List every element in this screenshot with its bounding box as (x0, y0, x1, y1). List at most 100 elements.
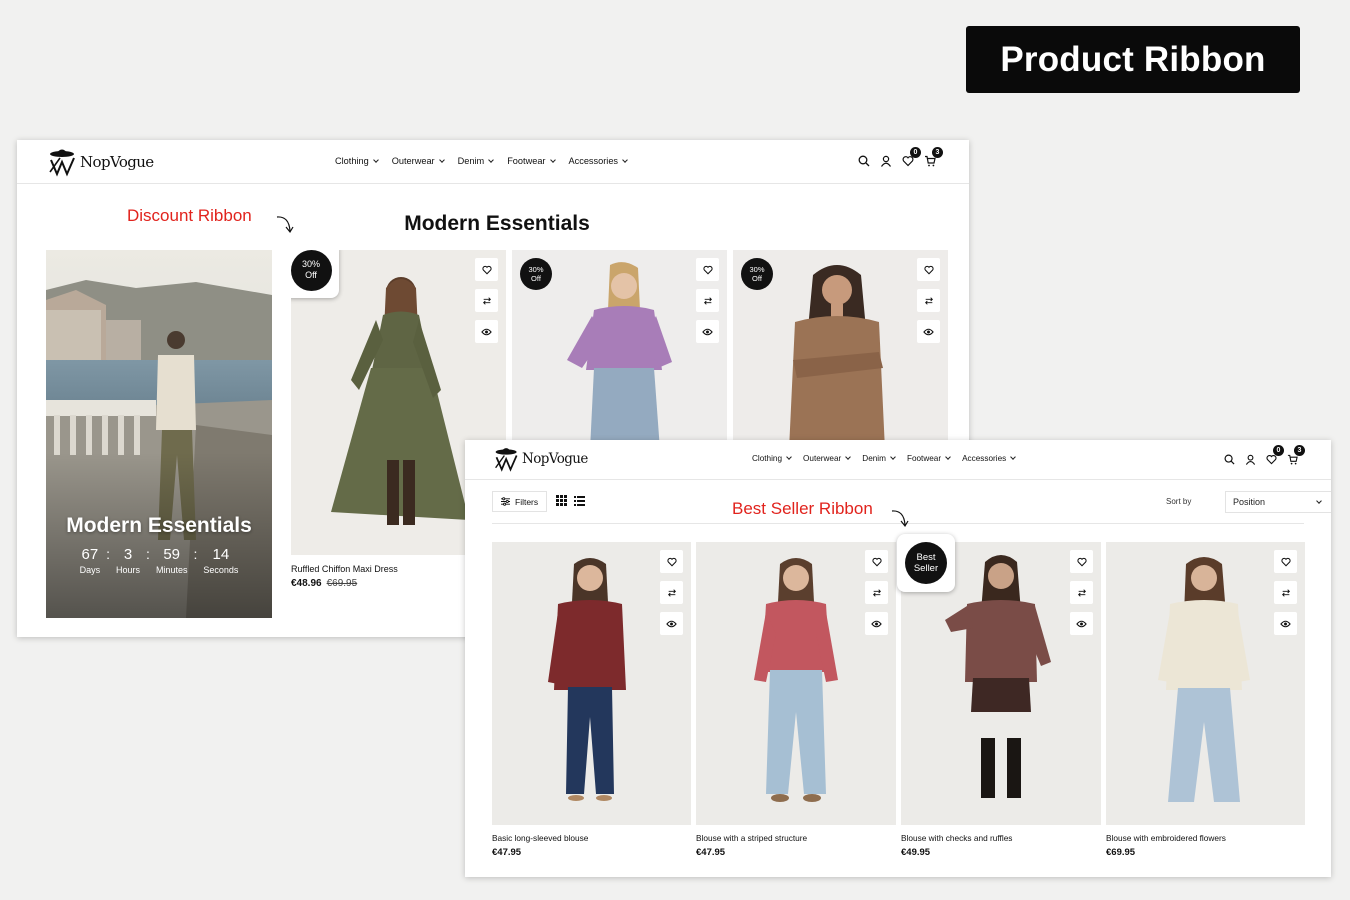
nav-item-denim[interactable]: Denim (457, 156, 495, 166)
discount-ribbon: 30% Off (741, 258, 773, 290)
countdown-label: Seconds (203, 565, 239, 575)
product-prices: €47.95 (696, 847, 896, 858)
product-prices: €49.95 (901, 847, 1101, 858)
compare-icon[interactable] (1274, 581, 1297, 604)
product-name[interactable]: Basic long-sleeved blouse (492, 833, 691, 843)
list-view-icon[interactable] (574, 495, 585, 506)
grid-view-icon[interactable] (556, 495, 567, 506)
promo-title: Modern Essentials (66, 514, 252, 537)
main-nav: Clothing Outerwear Denim Footwear Access… (752, 454, 1017, 463)
product-image[interactable] (1106, 542, 1305, 825)
add-to-wishlist-heart-icon[interactable] (1070, 550, 1093, 573)
nav-label: Denim (862, 454, 886, 463)
quick-view-eye-icon[interactable] (1070, 612, 1093, 635)
product-image[interactable]: Best Seller (897, 534, 1101, 825)
filter-icon (501, 497, 510, 506)
countdown-label: Minutes (155, 565, 188, 575)
product-price: €47.95 (492, 847, 522, 858)
nav-item-footwear[interactable]: Footwear (507, 156, 556, 166)
quick-view-eye-icon[interactable] (917, 320, 940, 343)
nav-label: Accessories (962, 454, 1007, 463)
discount-ribbon-highlight: 30% Off (291, 250, 339, 298)
site-header: NopVogue Clothing Outerwear Denim Footwe… (465, 440, 1331, 480)
chevron-down-icon (372, 156, 379, 163)
product-card[interactable]: Blouse with embroidered flowers €69.95 (1106, 542, 1305, 858)
cart-icon[interactable]: 3 (923, 147, 943, 168)
user-icon[interactable] (1243, 452, 1257, 466)
nav-item-footwear[interactable]: Footwear (907, 454, 951, 463)
add-to-wishlist-heart-icon[interactable] (1274, 550, 1297, 573)
annotation-arrow-icon (891, 510, 909, 528)
nav-item-outerwear[interactable]: Outerwear (803, 454, 852, 463)
search-icon[interactable] (857, 154, 871, 168)
product-name[interactable]: Blouse with checks and ruffles (901, 833, 1101, 843)
compare-icon[interactable] (865, 581, 888, 604)
site-header: NopVogue Clothing Outerwear Denim Footwe… (17, 140, 969, 184)
brand-logo[interactable]: NopVogue (493, 445, 588, 473)
product-prices: €69.95 (1106, 847, 1305, 858)
nav-item-clothing[interactable]: Clothing (752, 454, 792, 463)
hat-logo-icon (495, 448, 518, 472)
product-image[interactable] (696, 542, 896, 825)
filters-button[interactable]: Filters (492, 491, 548, 512)
compare-icon[interactable] (696, 289, 719, 312)
chevron-down-icon (622, 156, 628, 163)
nav-item-accessories[interactable]: Accessories (962, 454, 1017, 463)
quick-view-eye-icon[interactable] (660, 612, 683, 635)
nav-label: Denim (457, 156, 485, 166)
product-image[interactable] (492, 542, 691, 825)
screenshot-bestseller-ribbon: NopVogue Clothing Outerwear Denim Footwe… (465, 440, 1331, 877)
product-name[interactable]: Blouse with embroidered flowers (1106, 833, 1305, 843)
product-price: €48.96 (291, 578, 322, 589)
wishlist-count: 0 (1273, 445, 1284, 456)
quick-view-eye-icon[interactable] (475, 320, 498, 343)
add-to-wishlist-heart-icon[interactable] (696, 258, 719, 281)
sort-select[interactable]: Position (1225, 491, 1331, 513)
quick-view-eye-icon[interactable] (865, 612, 888, 635)
brand-logo[interactable]: NopVogue (47, 146, 154, 178)
product-price: €69.95 (1106, 847, 1136, 858)
quick-view-eye-icon[interactable] (696, 320, 719, 343)
bestseller-ribbon-annotation: Best Seller Ribbon (732, 499, 873, 518)
chevron-down-icon (438, 156, 445, 163)
product-name[interactable]: Blouse with a striped structure (696, 833, 896, 843)
compare-icon[interactable] (475, 289, 498, 312)
countdown-separator: : (146, 546, 150, 562)
product-actions (696, 258, 719, 343)
filters-label: Filters (515, 496, 539, 507)
search-icon[interactable] (1222, 452, 1236, 466)
compare-icon[interactable] (917, 289, 940, 312)
countdown-value: 59 (163, 546, 181, 563)
nav-item-accessories[interactable]: Accessories (569, 156, 628, 166)
hat-logo-icon (49, 149, 75, 177)
nav-item-denim[interactable]: Denim (862, 454, 896, 463)
nav-label: Outerwear (391, 156, 435, 166)
wishlist-heart-icon[interactable]: 0 (1264, 445, 1284, 466)
compare-icon[interactable] (1070, 581, 1093, 604)
cart-count: 3 (932, 147, 943, 158)
wishlist-heart-icon[interactable]: 0 (901, 147, 921, 168)
bestseller-ribbon-highlight: Best Seller (897, 534, 955, 592)
product-card[interactable]: Basic long-sleeved blouse €47.95 (492, 542, 691, 858)
product-card[interactable]: Blouse with a striped structure €47.95 (696, 542, 896, 858)
promo-banner[interactable]: Modern Essentials 67 Days : 3 Hours : 59 Mi… (46, 250, 272, 618)
add-to-wishlist-heart-icon[interactable] (917, 258, 940, 281)
quick-view-eye-icon[interactable] (1274, 612, 1297, 635)
add-to-wishlist-heart-icon[interactable] (660, 550, 683, 573)
user-icon[interactable] (879, 154, 893, 168)
countdown-value: 3 (123, 546, 133, 563)
section-title: Modern Essentials (404, 212, 590, 235)
countdown-hours: 3 Hours (116, 546, 140, 575)
nav-label: Outerwear (803, 454, 842, 463)
countdown-separator: : (106, 546, 111, 562)
product-card[interactable]: Best Seller Blouse with checks and ruffl… (897, 534, 1101, 858)
nav-item-clothing[interactable]: Clothing (335, 156, 379, 166)
chevron-down-icon (1010, 454, 1017, 460)
compare-icon[interactable] (660, 581, 683, 604)
nav-item-outerwear[interactable]: Outerwear (391, 156, 445, 166)
add-to-wishlist-heart-icon[interactable] (475, 258, 498, 281)
cart-icon[interactable]: 3 (1285, 445, 1305, 466)
chevron-down-icon (845, 454, 852, 460)
nav-label: Footwear (507, 156, 546, 166)
add-to-wishlist-heart-icon[interactable] (865, 550, 888, 573)
